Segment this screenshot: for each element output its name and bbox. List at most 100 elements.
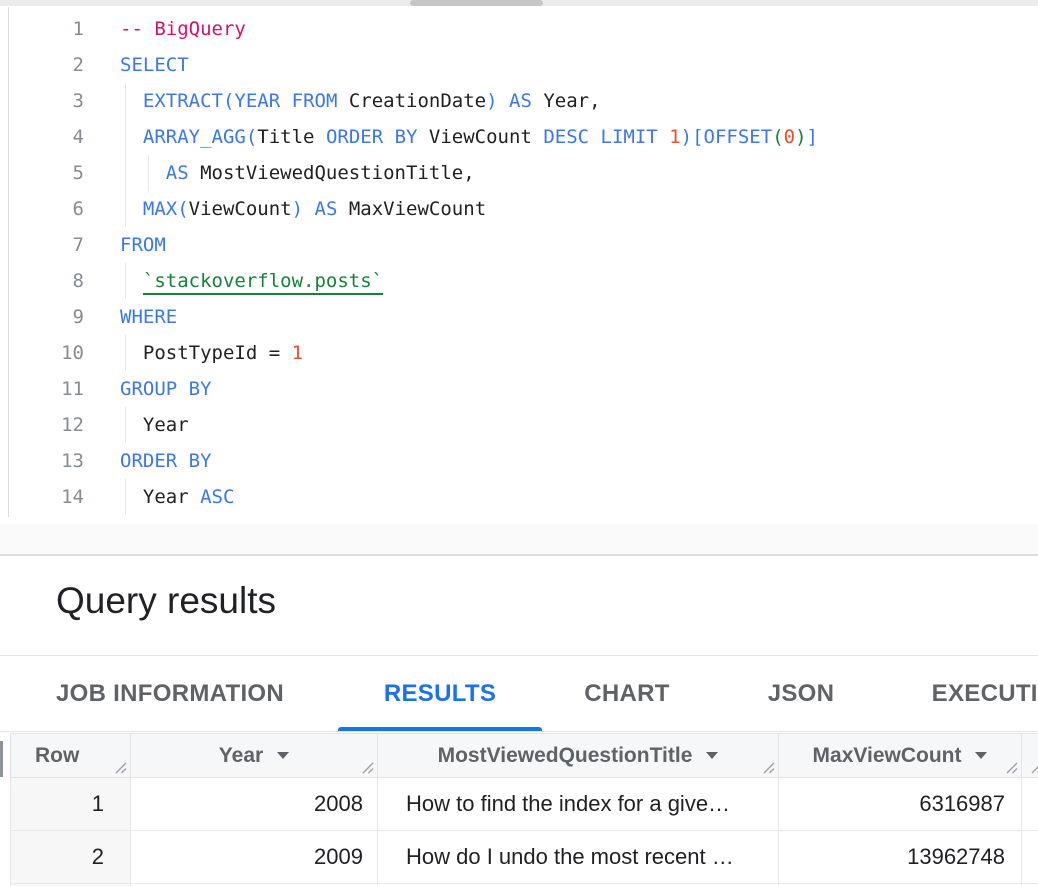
code-line-5[interactable]: 5 AS MostViewedQuestionTitle, bbox=[0, 155, 1038, 191]
column-resize-grip-icon[interactable] bbox=[359, 759, 374, 774]
code-text[interactable]: ARRAY_AGG(Title ORDER BY ViewCount DESC … bbox=[84, 119, 1038, 155]
token-pln: Year, bbox=[532, 90, 601, 112]
token-kw: OFFSET bbox=[704, 126, 773, 148]
tab-results[interactable]: RESULTS bbox=[338, 656, 542, 731]
code-text[interactable]: WHERE bbox=[84, 299, 1038, 335]
column-header-label: Row bbox=[35, 744, 79, 768]
code-text[interactable]: MAX(ViewCount) AS MaxViewCount bbox=[84, 191, 1038, 227]
token-kw: ORDER BY bbox=[120, 450, 212, 472]
tab-label: EXECUTION DETAILS bbox=[932, 680, 1038, 708]
token-pln bbox=[120, 90, 143, 112]
editor-left-border bbox=[8, 7, 9, 517]
column-menu-arrow-icon[interactable] bbox=[706, 752, 718, 759]
code-line-9[interactable]: 9WHERE bbox=[0, 299, 1038, 335]
code-line-8[interactable]: 8 `stackoverflow.posts` bbox=[0, 263, 1038, 299]
token-pln: ViewCount bbox=[417, 126, 543, 148]
results-tab-bar: JOB INFORMATION RESULTSCHART JSON EXECUTION… bbox=[0, 656, 1038, 732]
code-line-14[interactable]: 14 Year ASC bbox=[0, 479, 1038, 515]
token-kw: FROM bbox=[292, 90, 338, 112]
token-kw: DESC bbox=[543, 126, 589, 148]
cell-year: 2009 bbox=[131, 831, 378, 884]
column-resize-grip-icon[interactable] bbox=[112, 759, 127, 774]
column-header-label: Year bbox=[219, 744, 263, 768]
code-text[interactable]: Year bbox=[84, 407, 1038, 443]
horizontal-scrollbar[interactable] bbox=[0, 0, 1038, 6]
token-kw: AS bbox=[315, 198, 338, 220]
indent-guide bbox=[125, 263, 126, 299]
code-text[interactable]: -- BigQuery bbox=[84, 11, 1038, 47]
line-number: 10 bbox=[0, 335, 84, 371]
line-number: 6 bbox=[0, 191, 84, 227]
tab-execution-details[interactable]: EXECUTION DETAILS bbox=[908, 656, 1038, 731]
line-number: 7 bbox=[0, 227, 84, 263]
column-resize-grip-icon[interactable] bbox=[760, 759, 775, 774]
column-header-mostviewedquestiontitle[interactable]: MostViewedQuestionTitle bbox=[378, 734, 779, 778]
code-line-12[interactable]: 12 Year bbox=[0, 407, 1038, 443]
scrollbar-thumb[interactable] bbox=[410, 0, 543, 6]
cell-max-view-count: 6316987 bbox=[779, 778, 1022, 831]
code-text[interactable]: Year ASC bbox=[84, 479, 1038, 515]
table-reference-link[interactable]: `stackoverflow.posts` bbox=[143, 270, 383, 292]
column-header-maxviewcount[interactable]: MaxViewCount bbox=[779, 734, 1022, 778]
sql-editor[interactable]: 1-- BigQuery2SELECT3 EXTRACT(YEAR FROM C… bbox=[0, 7, 1038, 556]
query-results-title: Query results bbox=[56, 580, 276, 622]
token-kw: WHERE bbox=[120, 306, 177, 328]
code-text[interactable]: `stackoverflow.posts` bbox=[84, 263, 1038, 299]
tab-job-information[interactable]: JOB INFORMATION bbox=[30, 656, 310, 731]
code-text[interactable]: GROUP BY bbox=[84, 371, 1038, 407]
code-line-7[interactable]: 7FROM bbox=[0, 227, 1038, 263]
code-area[interactable]: 1-- BigQuery2SELECT3 EXTRACT(YEAR FROM C… bbox=[0, 7, 1038, 515]
token-kw: LIMIT bbox=[601, 126, 658, 148]
token-pln: Title bbox=[257, 126, 326, 148]
cell-title: How to find the index for a give… bbox=[378, 778, 779, 831]
column-resize-grip-icon[interactable] bbox=[1028, 759, 1038, 774]
line-number: 14 bbox=[0, 479, 84, 515]
column-resize-grip-icon[interactable] bbox=[1003, 759, 1018, 774]
code-text[interactable]: EXTRACT(YEAR FROM CreationDate) AS Year, bbox=[84, 83, 1038, 119]
token-kw: BY bbox=[395, 126, 418, 148]
token-kw: SELECT bbox=[120, 54, 189, 76]
line-number: 1 bbox=[0, 11, 84, 47]
token-kw: AS bbox=[166, 162, 189, 184]
token-kw: MAX bbox=[143, 198, 177, 220]
cell-row-number: 1 bbox=[11, 778, 131, 831]
column-menu-arrow-icon[interactable] bbox=[277, 752, 289, 759]
line-number: 13 bbox=[0, 443, 84, 479]
table-row: 12008How to find the index for a give…63… bbox=[11, 778, 1038, 831]
code-line-13[interactable]: 13 ORDER BY bbox=[0, 443, 1038, 479]
code-line-2[interactable]: 2 SELECT bbox=[0, 47, 1038, 83]
token-grn: ) bbox=[795, 126, 806, 148]
cell-max-view-count: 13962748 bbox=[779, 831, 1022, 884]
code-line-6[interactable]: 6 MAX(ViewCount) AS MaxViewCount bbox=[0, 191, 1038, 227]
token-kw: ) bbox=[292, 198, 303, 220]
token-pln: CreationDate bbox=[337, 90, 486, 112]
token-pln bbox=[120, 162, 166, 184]
code-text[interactable]: PostTypeId = 1 bbox=[84, 335, 1038, 371]
token-num: 1 bbox=[669, 126, 680, 148]
code-text[interactable]: SELECT bbox=[84, 47, 1038, 83]
code-text[interactable]: AS MostViewedQuestionTitle, bbox=[84, 155, 1038, 191]
code-line-3[interactable]: 3 EXTRACT(YEAR FROM CreationDate) AS Yea… bbox=[0, 83, 1038, 119]
code-line-4[interactable]: 4 ARRAY_AGG(Title ORDER BY ViewCount DES… bbox=[0, 119, 1038, 155]
tab-json[interactable]: JSON bbox=[736, 656, 866, 731]
token-pln bbox=[120, 198, 143, 220]
token-pln bbox=[383, 126, 394, 148]
token-pln: MaxViewCount bbox=[337, 198, 486, 220]
token-kw: GROUP BY bbox=[120, 378, 212, 400]
tab-chart[interactable]: CHART bbox=[552, 656, 702, 731]
token-num: 0 bbox=[784, 126, 795, 148]
token-pln: MostViewedQuestionTitle, bbox=[189, 162, 475, 184]
token-pln: Year bbox=[120, 486, 200, 508]
code-text[interactable]: ORDER BY bbox=[84, 443, 1038, 479]
code-text[interactable]: FROM bbox=[84, 227, 1038, 263]
indent-guide bbox=[125, 119, 126, 155]
line-number: 2 bbox=[0, 47, 84, 83]
code-line-10[interactable]: 10 PostTypeId = 1 bbox=[0, 335, 1038, 371]
code-line-1[interactable]: 1-- BigQuery bbox=[0, 11, 1038, 47]
line-number: 8 bbox=[0, 263, 84, 299]
column-header-year[interactable]: Year bbox=[131, 734, 378, 778]
column-menu-arrow-icon[interactable] bbox=[975, 752, 987, 759]
query-results-panel: Query results bbox=[0, 556, 1038, 656]
indent-guide bbox=[125, 335, 126, 371]
code-line-11[interactable]: 11GROUP BY bbox=[0, 371, 1038, 407]
